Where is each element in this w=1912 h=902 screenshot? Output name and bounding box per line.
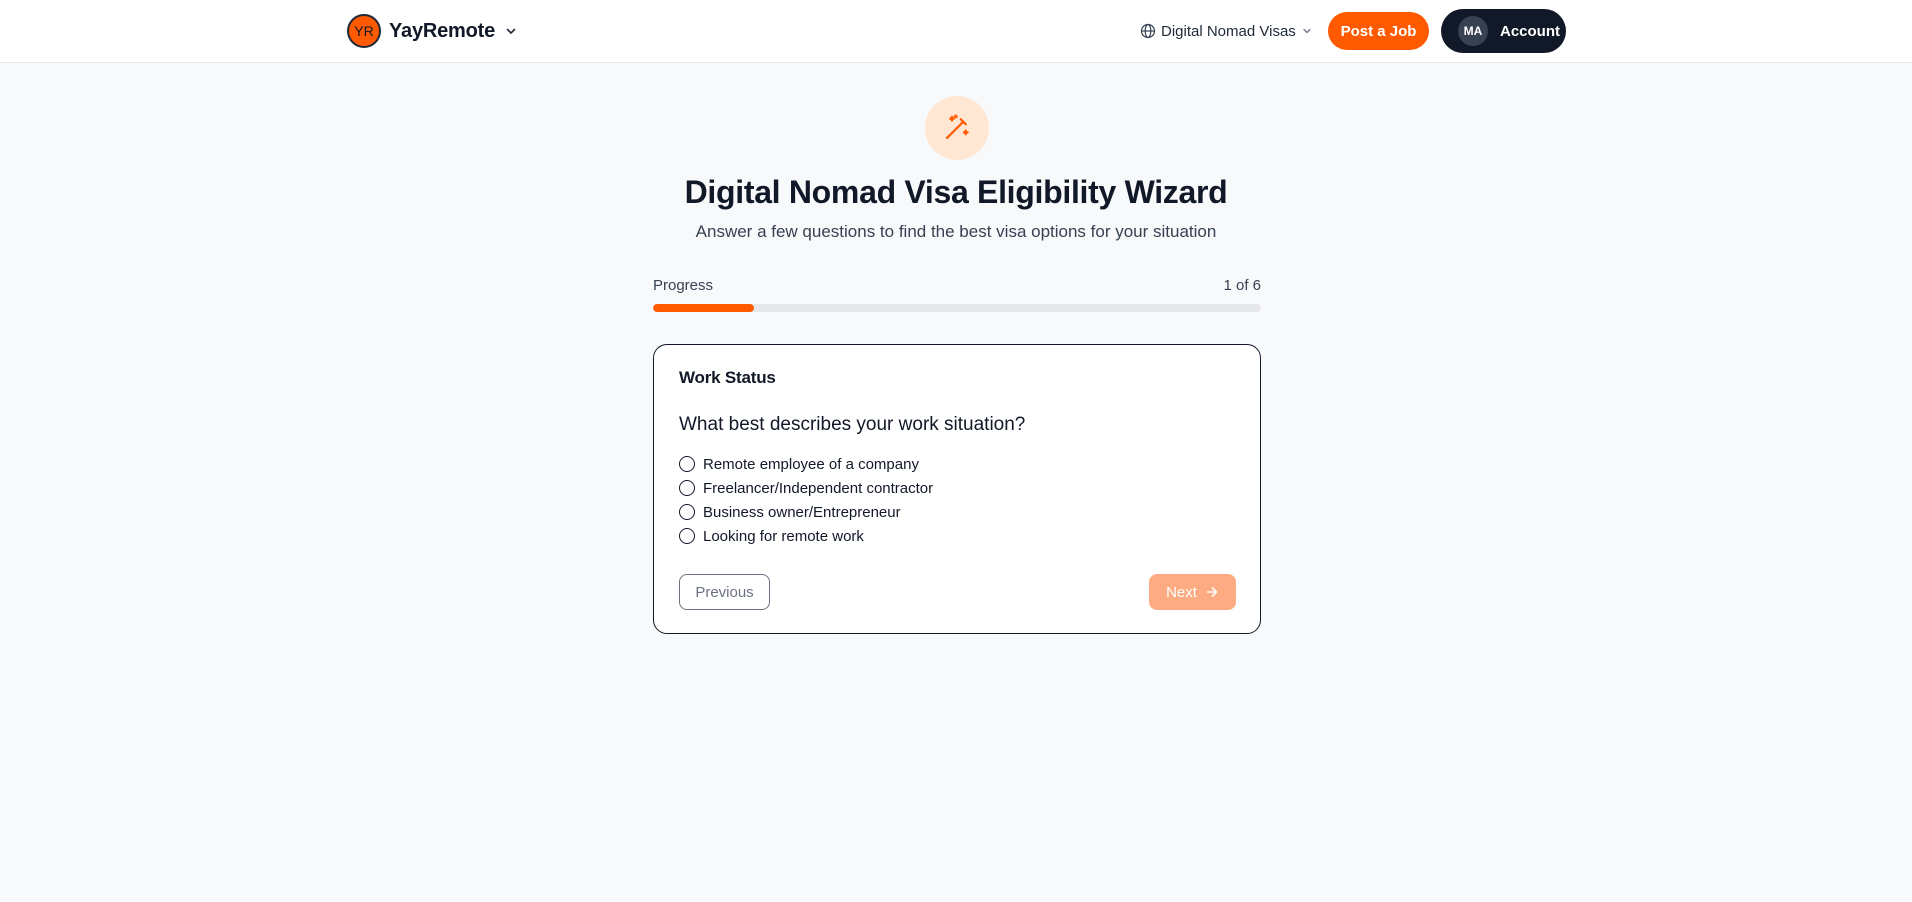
next-button-label: Next (1166, 583, 1197, 601)
progress-label: Progress (653, 277, 714, 294)
option-label: Freelancer/Independent contractor (703, 479, 934, 497)
option-looking-for-work[interactable]: Looking for remote work (679, 524, 933, 548)
page-title: Digital Nomad Visa Eligibility Wizard (684, 174, 1228, 210)
account-button[interactable]: MA Account (1441, 9, 1566, 53)
option-remote-employee[interactable]: Remote employee of a company (679, 452, 933, 476)
step-title: Work Status (679, 368, 776, 387)
magic-wand-icon (925, 96, 989, 160)
nav-digital-nomad-visas[interactable]: Digital Nomad Visas (1140, 20, 1312, 42)
progress-bar (653, 304, 1261, 312)
option-label: Remote employee of a company (703, 455, 919, 473)
answer-options: Remote employee of a company Freelancer/… (679, 452, 933, 548)
nav-visas-label: Digital Nomad Visas (1161, 22, 1296, 40)
account-label: Account (1500, 22, 1560, 40)
option-freelancer[interactable]: Freelancer/Independent contractor (679, 476, 933, 500)
question-text: What best describes your work situation? (679, 414, 1026, 435)
option-business-owner[interactable]: Business owner/Entrepreneur (679, 500, 933, 524)
next-button[interactable]: Next (1149, 574, 1236, 610)
top-navbar: YR YayRemote Digital Nomad Visas Post a … (0, 0, 1912, 63)
wizard-card: Work Status What best describes your wor… (653, 344, 1261, 634)
option-label: Business owner/Entrepreneur (703, 503, 901, 521)
brand-switcher[interactable]: YR YayRemote (347, 14, 517, 48)
radio-button[interactable] (679, 528, 695, 544)
radio-button[interactable] (679, 456, 695, 472)
arrow-right-icon (1205, 585, 1219, 599)
option-label: Looking for remote work (703, 527, 864, 545)
radio-button[interactable] (679, 480, 695, 496)
chevron-down-icon (1302, 26, 1312, 36)
post-a-job-button[interactable]: Post a Job (1328, 12, 1429, 50)
brand-logo: YR (347, 14, 381, 48)
radio-button[interactable] (679, 504, 695, 520)
chevron-down-icon (505, 25, 517, 37)
avatar: MA (1458, 16, 1488, 46)
previous-button[interactable]: Previous (679, 574, 770, 610)
brand-name: YayRemote (389, 19, 496, 42)
progress-count: 1 of 6 (1223, 277, 1261, 294)
progress-bar-fill (653, 304, 755, 312)
page-subtitle: Answer a few questions to find the best … (695, 222, 1217, 241)
globe-icon (1140, 23, 1156, 39)
